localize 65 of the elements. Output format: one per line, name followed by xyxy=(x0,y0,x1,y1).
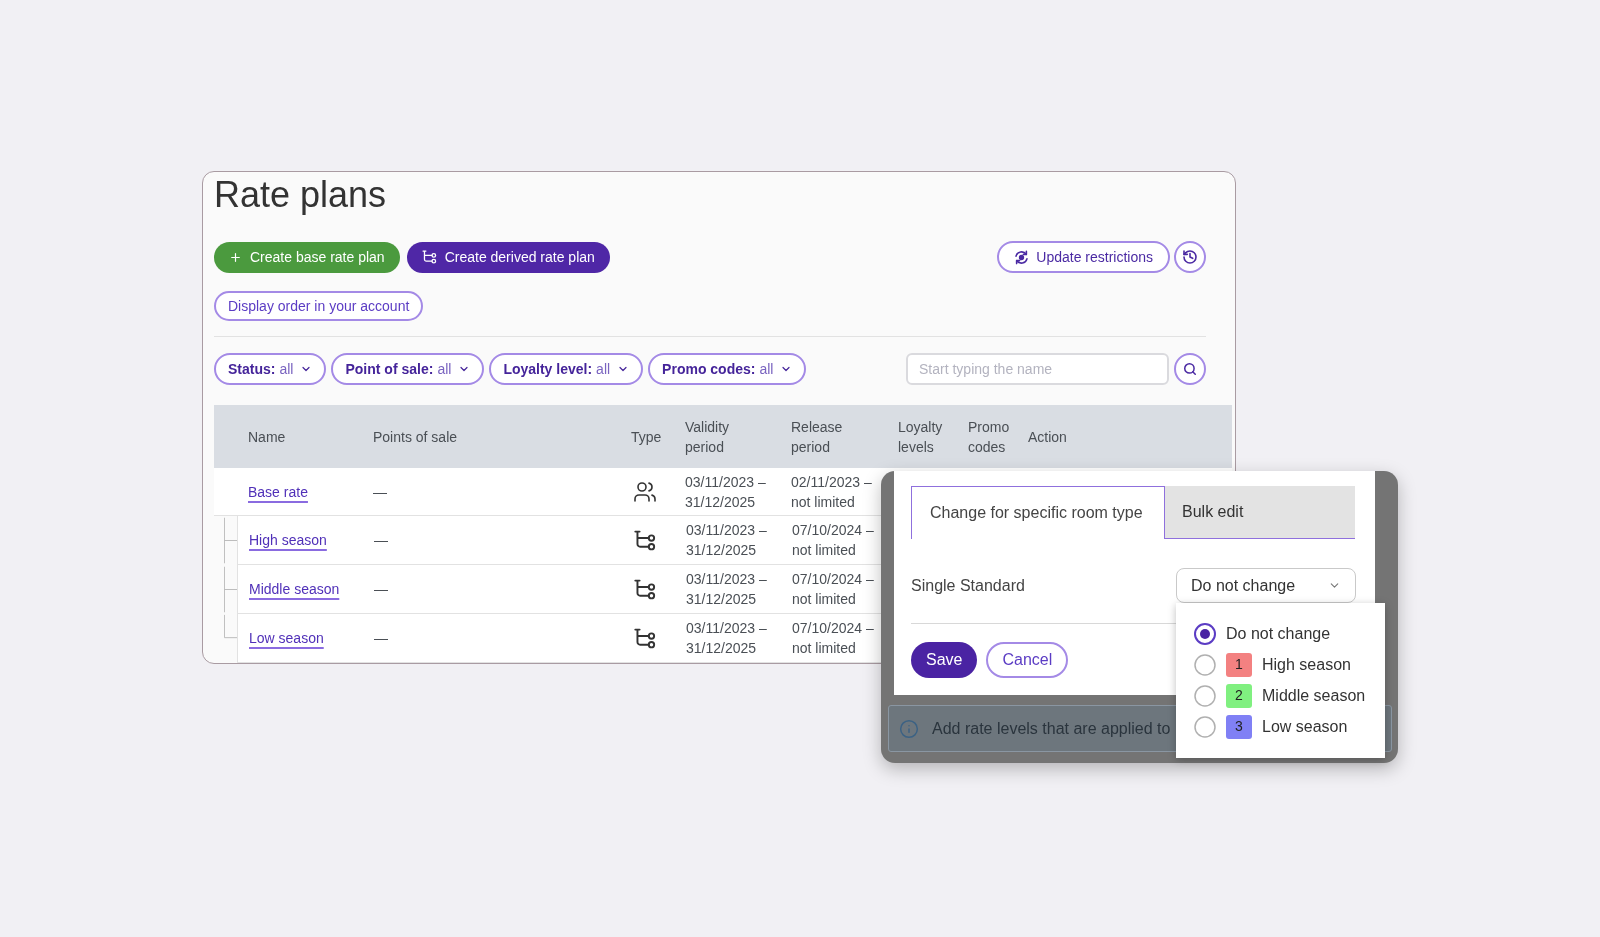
points-of-sale-cell: — xyxy=(374,532,388,548)
column-header: Loyalty levels xyxy=(898,417,944,457)
number-badge: 1 xyxy=(1226,652,1252,677)
points-of-sale-cell: — xyxy=(374,630,388,646)
branch-icon xyxy=(634,627,656,649)
column-header: Promo codes xyxy=(968,417,1011,457)
filter-dropdown[interactable]: Promo codes: all xyxy=(648,353,807,385)
column-header: Release period xyxy=(791,417,844,457)
rate-plan-link[interactable]: Base rate xyxy=(248,483,308,500)
history-button[interactable] xyxy=(1174,241,1206,273)
release-period-cell-text: 07/10/2024 – not limited xyxy=(792,619,875,658)
branch-icon xyxy=(634,578,656,600)
option-label[interactable]: Low season xyxy=(1262,714,1348,739)
branch-icon xyxy=(421,250,437,264)
points-of-sale-cell: — xyxy=(373,483,387,500)
radio-button[interactable] xyxy=(1194,622,1216,645)
cancel-button[interactable]: Cancel xyxy=(986,642,1069,678)
create-derived-button[interactable]: Create derived rate plan xyxy=(406,241,610,273)
save-button[interactable]: Save xyxy=(911,642,978,678)
radio-button[interactable] xyxy=(1194,715,1216,738)
column-header: Points of sale xyxy=(373,427,458,447)
dialog-tab[interactable]: Change for specific room type xyxy=(911,486,1165,539)
validity-period-cell-text: 03/11/2023 – 31/12/2025 xyxy=(685,472,767,512)
release-period-cell-text: 07/10/2024 – not limited xyxy=(792,570,875,609)
branch-icon xyxy=(634,529,656,551)
history-icon xyxy=(1182,249,1198,265)
number-badge: 3 xyxy=(1226,714,1252,739)
sync-icon xyxy=(1014,249,1030,265)
page-title: Rate plans xyxy=(214,173,387,217)
radio-button[interactable] xyxy=(1194,653,1216,676)
filter-dropdown[interactable]: Status: all xyxy=(214,353,327,385)
plus-icon xyxy=(229,250,242,264)
display-order-button[interactable]: Display order in your account xyxy=(214,291,424,321)
info-icon xyxy=(899,718,919,739)
info-text: Add rate levels that are applied to xyxy=(932,718,1171,739)
validity-period-cell-text: 03/11/2023 – 31/12/2025 xyxy=(686,521,768,560)
column-header: Action xyxy=(1028,427,1067,447)
search-button[interactable] xyxy=(1174,353,1206,385)
users-icon xyxy=(633,479,657,504)
filter-dropdown[interactable]: Loyalty level: all xyxy=(489,353,644,385)
option-label[interactable]: High season xyxy=(1262,652,1351,677)
dialog-tab[interactable]: Bulk edit xyxy=(1165,486,1355,539)
search-icon xyxy=(1183,362,1197,376)
season-select[interactable]: Do not change xyxy=(1176,568,1356,603)
create-base-button[interactable]: Create base rate plan xyxy=(214,241,400,273)
release-period-cell-text: 02/11/2023 – not limited xyxy=(791,472,873,512)
rate-plan-link[interactable]: Low season xyxy=(249,630,324,646)
column-header: Type xyxy=(631,427,662,447)
room-type-label: Single Standard xyxy=(911,575,1025,596)
points-of-sale-cell: — xyxy=(374,581,388,597)
column-header: Name xyxy=(248,427,286,447)
release-period-cell-text: 07/10/2024 – not limited xyxy=(792,521,875,560)
search-field[interactable]: Start typing the name xyxy=(906,353,1169,385)
rate-plan-link[interactable]: High season xyxy=(249,532,327,548)
update-restrictions-button[interactable]: Update restrictions xyxy=(997,241,1170,273)
radio-button[interactable] xyxy=(1194,684,1216,707)
option-label[interactable]: Do not change xyxy=(1226,621,1331,646)
tree-connector xyxy=(224,516,237,565)
validity-period-cell-text: 03/11/2023 – 31/12/2025 xyxy=(686,570,768,609)
filter-dropdown[interactable]: Point of sale: all xyxy=(331,353,485,385)
rate-plan-link[interactable]: Middle season xyxy=(249,581,340,597)
column-header: Validity period xyxy=(685,417,731,457)
number-badge: 2 xyxy=(1226,683,1252,708)
validity-period-cell-text: 03/11/2023 – 31/12/2025 xyxy=(686,619,768,658)
option-label[interactable]: Middle season xyxy=(1262,683,1366,708)
